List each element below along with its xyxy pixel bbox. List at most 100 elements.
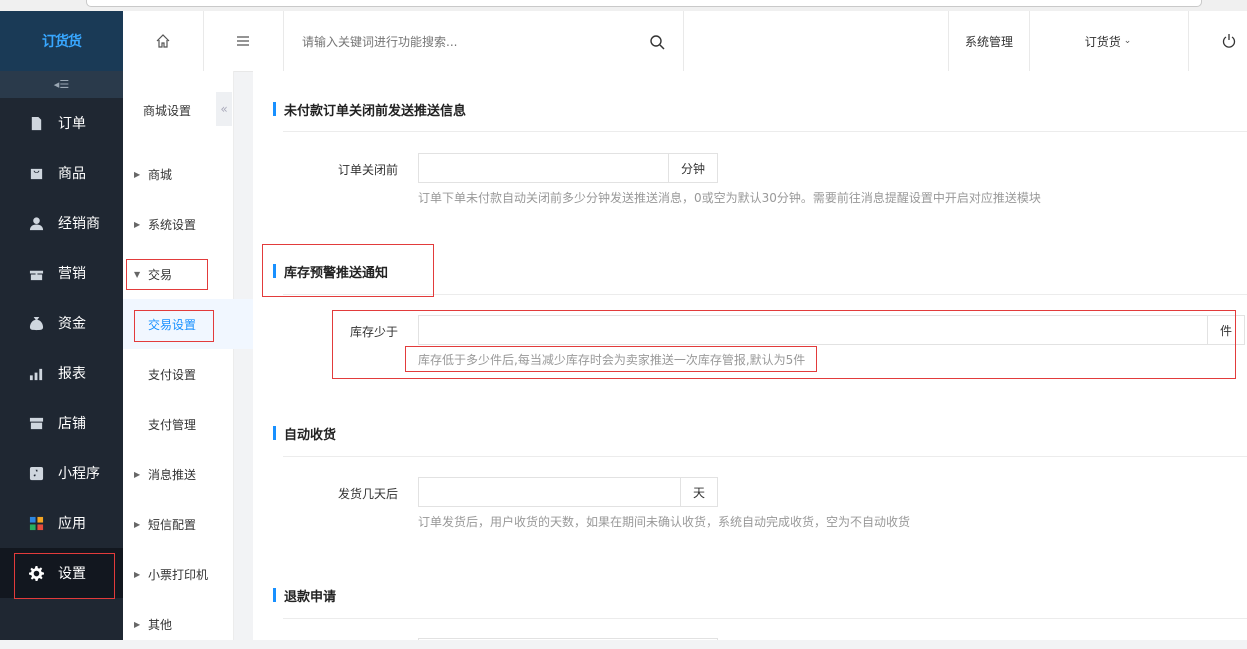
subnav-item-label: 消息推送	[148, 467, 197, 482]
subnav-collapse-button[interactable]: «	[216, 92, 232, 126]
settings-subnav: 商城设置 « ▶ 商城 ▶ 系统设置 ▼ 交易 交易设置 支付设置 支付管理 ▶…	[123, 71, 258, 640]
collapse-icon: ◂☰	[53, 78, 70, 91]
nav-item-label: 设置	[58, 566, 86, 582]
subnav-item-label: 交易设置	[148, 317, 197, 332]
nav-item-dealers[interactable]: 经销商	[0, 198, 123, 248]
sidebar-collapse-toggle[interactable]: ◂☰	[0, 71, 123, 98]
nav-item-store[interactable]: 店铺	[0, 398, 123, 448]
logo: 订货货	[42, 34, 82, 50]
subnav-item-message-push[interactable]: ▶ 消息推送	[123, 449, 233, 499]
miniprogram-icon	[28, 465, 44, 481]
home-button[interactable]	[123, 11, 204, 71]
caret-right-icon: ▶	[134, 519, 141, 529]
caret-right-icon: ▶	[134, 469, 141, 479]
field-label: 库存少于	[349, 325, 398, 339]
subnav-item-label: 商城	[148, 167, 173, 182]
caret-down-icon: ▼	[134, 269, 141, 279]
subnav-item-other[interactable]: ▶ 其他	[123, 599, 233, 649]
bag-icon	[28, 165, 44, 181]
address-bar[interactable]	[86, 0, 1202, 7]
subnav-item-receipt-printer[interactable]: ▶ 小票打印机	[123, 549, 233, 599]
nav-item-label: 店铺	[58, 416, 86, 432]
unit-addon: 件	[1208, 315, 1245, 345]
main-content: 未付款订单关闭前发送推送信息 订单关闭前 分钟 订单下单未付款自动关闭前多少分钟…	[253, 71, 1247, 640]
logout-button[interactable]	[1188, 11, 1247, 71]
top-header: 系统管理 订货货 ⌄	[123, 11, 1247, 72]
subnav-item-sms-config[interactable]: ▶ 短信配置	[123, 499, 233, 549]
subnav-item-payment-settings[interactable]: 支付设置	[123, 349, 258, 399]
caret-right-icon: ▶	[134, 569, 141, 579]
search-box	[284, 11, 684, 71]
caret-right-icon: ▶	[134, 219, 141, 229]
gift-icon	[28, 265, 44, 281]
nav-item-products[interactable]: 商品	[0, 148, 123, 198]
stock-threshold-input[interactable]	[418, 315, 1208, 345]
chart-icon	[28, 365, 44, 381]
close-minutes-input[interactable]	[418, 153, 669, 183]
nav-item-label: 营销	[58, 266, 86, 282]
store-switcher[interactable]: 订货货 ⌄	[1028, 11, 1189, 71]
power-icon	[1222, 34, 1236, 48]
field-hint: 订单下单未付款自动关闭前多少分钟发送推送消息，0或空为默认30分钟。需要前往消息…	[418, 191, 1041, 205]
nav-item-marketing[interactable]: 营销	[0, 248, 123, 298]
document-icon	[28, 115, 44, 131]
system-manage-link[interactable]: 系统管理	[948, 11, 1030, 71]
user-icon	[28, 215, 44, 231]
subnav-title: 商城设置	[143, 104, 192, 118]
nav-item-label: 应用	[58, 516, 86, 532]
money-bag-icon	[28, 315, 44, 331]
section-divider	[283, 294, 1247, 295]
main-sidebar: 订货货 ◂☰ 订单 商品 经销商 营销 资金 报表 店铺 小程序 应用 设置	[0, 11, 123, 640]
field-hint: 订单发货后，用户收货的天数，如果在期间未确认收货，系统自动完成收货，空为不自动收…	[418, 515, 911, 529]
nav-item-funds[interactable]: 资金	[0, 298, 123, 348]
nav-item-reports[interactable]: 报表	[0, 348, 123, 398]
store-name: 订货货	[1084, 34, 1121, 49]
nav-item-orders[interactable]: 订单	[0, 98, 123, 148]
subnav-item-system-settings[interactable]: ▶ 系统设置	[123, 199, 233, 249]
section-divider	[283, 618, 1247, 619]
subnav-item-label: 系统设置	[148, 217, 197, 232]
store-icon	[28, 415, 44, 431]
subnav-item-label: 支付设置	[148, 367, 197, 382]
subnav-item-label: 其他	[148, 617, 173, 632]
nav-item-miniprogram[interactable]: 小程序	[0, 448, 123, 498]
auto-receive-days-input[interactable]	[418, 477, 681, 507]
nav-item-label: 报表	[58, 366, 86, 382]
caret-right-icon: ▶	[134, 619, 141, 629]
nav-item-label: 订单	[58, 116, 86, 132]
home-icon	[156, 34, 170, 48]
section-title: 自动收货	[273, 424, 336, 443]
subnav-item-mall[interactable]: ▶ 商城	[123, 149, 233, 199]
nav-item-label: 小程序	[58, 466, 100, 482]
gear-icon	[28, 565, 44, 581]
section-title: 未付款订单关闭前发送推送信息	[273, 100, 466, 119]
nav-item-label: 商品	[58, 166, 86, 182]
field-hint: 库存低于多少件后,每当减少库存时会为卖家推送一次库存管报,默认为5件	[418, 353, 806, 367]
menu-icon	[237, 36, 249, 46]
field-label: 发货几天后	[337, 487, 398, 501]
unit-addon: 天	[681, 477, 718, 507]
menu-button[interactable]	[203, 11, 284, 71]
subnav-item-label: 支付管理	[148, 417, 197, 432]
subnav-item-label: 短信配置	[148, 517, 197, 532]
search-input[interactable]	[300, 31, 634, 53]
system-manage-label: 系统管理	[964, 34, 1013, 49]
apps-icon	[28, 515, 44, 531]
logo-area[interactable]: 订货货	[0, 11, 123, 71]
subnav-item-trade[interactable]: ▼ 交易	[123, 249, 233, 299]
unit-addon: 分钟	[669, 153, 718, 183]
field-label: 订单关闭前	[337, 163, 398, 177]
double-chevron-left-icon: «	[220, 102, 228, 116]
section-title: 退款申请	[273, 586, 336, 605]
chevron-down-icon: ⌄	[1123, 36, 1132, 46]
search-icon[interactable]	[649, 34, 665, 50]
subnav-item-label: 交易	[148, 267, 173, 282]
nav-item-label: 资金	[58, 316, 86, 332]
nav-item-apps[interactable]: 应用	[0, 498, 123, 548]
section-divider	[283, 131, 1247, 132]
subnav-item-trade-settings[interactable]: 交易设置	[123, 299, 258, 349]
caret-right-icon: ▶	[134, 169, 141, 179]
section-title: 库存预警推送通知	[273, 262, 388, 281]
nav-item-settings[interactable]: 设置	[0, 548, 123, 598]
subnav-item-payment-manage[interactable]: 支付管理	[123, 399, 258, 449]
